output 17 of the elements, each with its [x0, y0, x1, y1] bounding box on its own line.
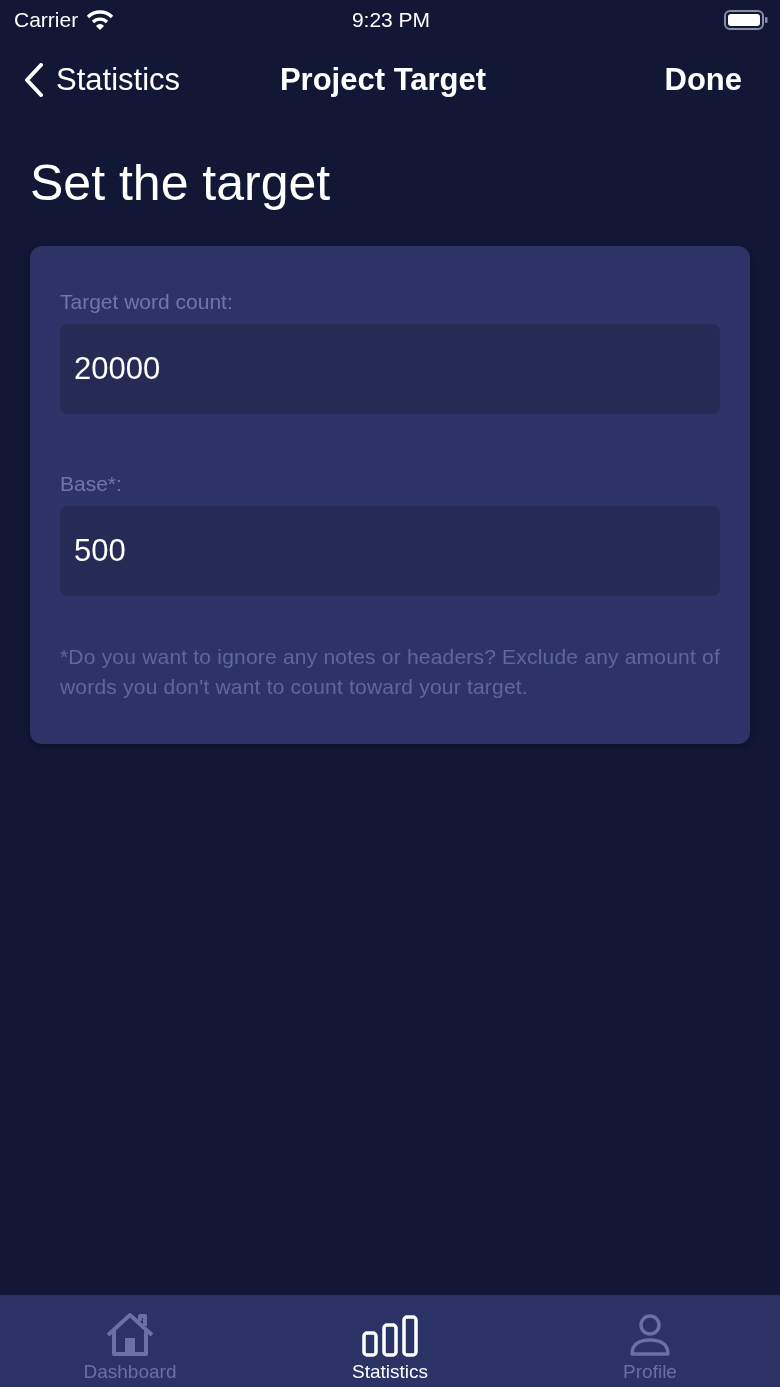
- input-field[interactable]: 500: [60, 506, 720, 596]
- chevron-left-icon: [24, 63, 44, 97]
- field-label: Target word count:: [60, 290, 234, 314]
- battery-icon: [724, 10, 768, 30]
- home-icon: [104, 1311, 156, 1357]
- done-button[interactable]: Done: [486, 62, 742, 98]
- bar-chart-icon: [362, 1315, 418, 1357]
- carrier-label: Carrier: [14, 8, 79, 32]
- clock: 9:23 PM: [351, 8, 431, 32]
- person-icon: [629, 1313, 671, 1357]
- page-heading: Set the target: [30, 154, 332, 213]
- field-label: Base*:: [60, 472, 123, 496]
- wifi-icon: [86, 10, 115, 30]
- back-button[interactable]: Statistics: [24, 62, 280, 98]
- tab[interactable]: Statistics: [260, 1295, 520, 1387]
- nav-title: Project Target: [279, 62, 487, 98]
- input-field[interactable]: 20000: [60, 324, 720, 414]
